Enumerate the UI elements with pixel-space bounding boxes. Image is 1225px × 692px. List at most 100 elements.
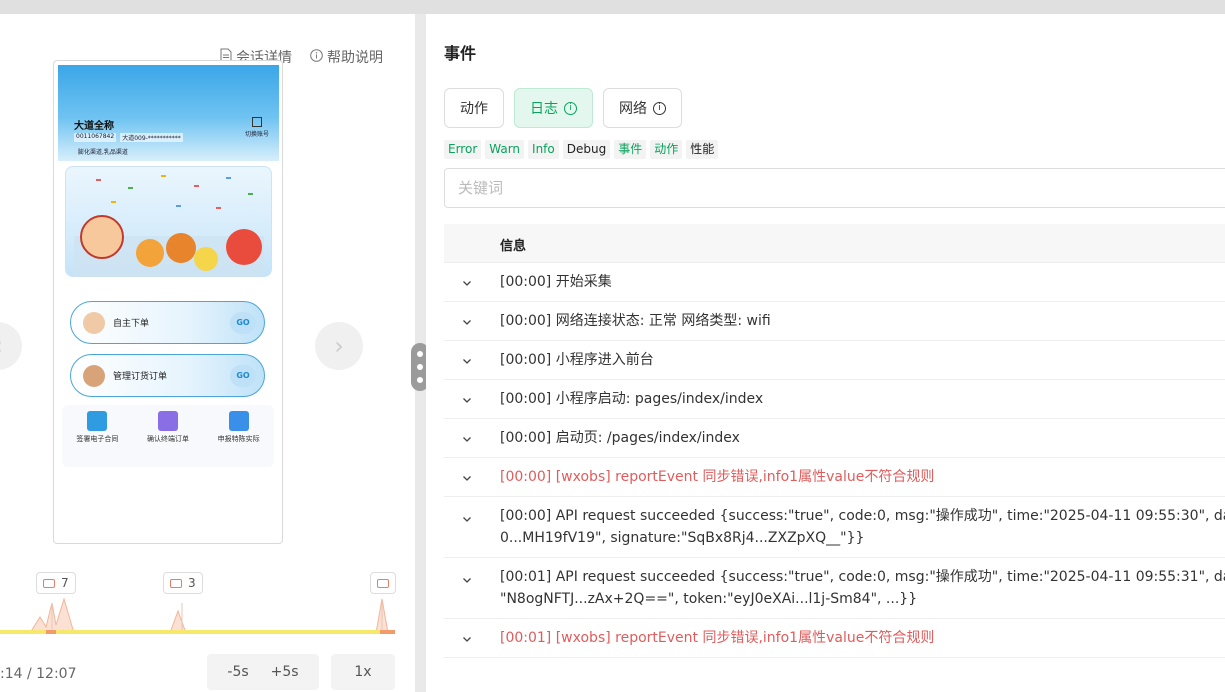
marker-count: 7 (61, 576, 69, 590)
go-badge: GO (230, 312, 256, 334)
mascot-character (80, 215, 124, 259)
log-message: [00:00] [wxobs] reportEvent 同步错误,info1属性… (500, 469, 935, 485)
column-header-info: 信息 (500, 239, 527, 254)
speed-label: 1x (354, 664, 372, 680)
filter-warn[interactable]: Warn (485, 140, 525, 159)
log-message: [00:01] API request succeeded {success:"… (500, 569, 1225, 607)
rewind-5s-button[interactable]: -5s (227, 664, 248, 680)
info-icon: i (653, 101, 666, 115)
marker-count: 3 (188, 576, 196, 590)
table-row[interactable]: [00:01] [wxobs] reportEvent 同步错误,info1属性… (444, 619, 1225, 658)
chevron-down-icon[interactable] (462, 472, 472, 482)
chevron-down-icon[interactable] (462, 277, 472, 287)
phone-header: 大道全称 0011067842 大道009-*********** 膨化渠道,乳… (58, 65, 279, 161)
phone-preview: 大道全称 0011067842 大道009-*********** 膨化渠道,乳… (53, 60, 283, 544)
chevron-down-icon[interactable] (462, 394, 472, 404)
tab-actions[interactable]: 动作 (444, 88, 504, 128)
table-row[interactable]: [00:00] 小程序进入前台 (444, 341, 1225, 380)
chevron-down-icon[interactable] (462, 513, 472, 523)
event-tabs: 动作 日志 i 网络 i (444, 88, 682, 128)
event-marker-icon (170, 578, 182, 588)
event-marker-icon (43, 578, 55, 588)
prev-arrow-button[interactable]: ‹ (0, 322, 22, 370)
table-row[interactable]: [00:01] API request succeeded {success:"… (444, 558, 1225, 619)
chevron-down-icon[interactable] (462, 355, 472, 365)
manage-icon (83, 365, 105, 387)
filter-error[interactable]: Error (444, 140, 482, 159)
chevron-down-icon[interactable] (462, 633, 472, 643)
filter-performance[interactable]: 性能 (686, 140, 719, 159)
log-message: [00:00] 小程序启动: pages/index/index (500, 391, 764, 407)
store-ids: 0011067842 大道009-*********** (74, 133, 183, 142)
log-rows: [00:00] 开始采集 [00:00] 网络连接状态: 正常 网络类型: wif… (444, 263, 1225, 658)
tab-network[interactable]: 网络 i (603, 88, 682, 128)
store-channel: 膨化渠道,乳品渠道 (78, 149, 128, 156)
playback-controls: :14 / 12:07 -5s +5s 1x (0, 654, 415, 692)
mascot-character (166, 233, 196, 263)
panel-title: 事件 (444, 44, 477, 63)
tab-label: 动作 (460, 101, 488, 117)
chevron-down-icon[interactable] (462, 433, 472, 443)
table-row[interactable]: [00:00] 启动页: /pages/index/index (444, 419, 1225, 458)
sign-contract-item[interactable]: 签署电子合同 (67, 411, 127, 444)
timeline-marker[interactable]: 3 (163, 572, 203, 594)
chevron-down-icon[interactable] (462, 574, 472, 584)
keyword-search-input[interactable]: 关键词 (444, 168, 1225, 208)
manage-orders-label: 管理订货订单 (113, 372, 168, 382)
store-account: 大道009-*********** (120, 133, 183, 142)
switch-account-button[interactable]: 切换账号 (245, 117, 269, 138)
playback-time: :14 / 12:07 (0, 666, 77, 682)
seek-controls: -5s +5s (207, 654, 319, 690)
mascot-character (226, 229, 262, 265)
table-row[interactable]: [00:00] 开始采集 (444, 263, 1225, 302)
tab-label: 日志 (530, 101, 558, 117)
table-row[interactable]: [00:00] [wxobs] reportEvent 同步错误,info1属性… (444, 458, 1225, 497)
switch-account-label: 切换账号 (244, 131, 269, 138)
timeline-marker[interactable] (370, 572, 396, 594)
filter-action[interactable]: 动作 (650, 140, 683, 159)
switch-icon (251, 117, 262, 127)
mascot-character (136, 239, 164, 267)
confirm-order-item[interactable]: 确认终端订单 (138, 411, 198, 444)
info-icon: i (564, 101, 577, 115)
events-panel: 事件 动作 日志 i 网络 i Error Warn Info Debug 事件… (426, 14, 1225, 692)
filter-debug[interactable]: Debug (562, 140, 611, 159)
store-icon (228, 411, 249, 431)
table-header: 信息 (444, 224, 1225, 263)
log-message: [00:01] [wxobs] reportEvent 同步错误,info1属性… (500, 630, 935, 646)
next-arrow-button[interactable]: › (315, 322, 363, 370)
sign-contract-label: 签署电子合同 (76, 435, 119, 443)
self-order-label: 自主下单 (113, 319, 150, 329)
log-message: [00:00] 网络连接状态: 正常 网络类型: wifi (500, 313, 771, 329)
promo-banner (65, 166, 272, 277)
log-message: [00:00] API request succeeded {success:"… (500, 508, 1225, 546)
event-marker-icon (377, 578, 389, 588)
log-level-filters: Error Warn Info Debug 事件 动作 性能 (444, 140, 719, 159)
manage-orders-button[interactable]: 管理订货订单 GO (70, 354, 265, 397)
filter-event[interactable]: 事件 (614, 140, 647, 159)
top-bar (0, 0, 1225, 14)
log-message: [00:00] 小程序进入前台 (500, 352, 654, 368)
tab-logs[interactable]: 日志 i (514, 88, 593, 128)
replay-panel: 会话详情 帮助说明 ‹ › 大道全称 0011067842 大道009-****… (0, 14, 415, 692)
mascot-character (194, 247, 218, 271)
filter-info[interactable]: Info (528, 140, 559, 159)
progress-track[interactable] (0, 630, 395, 634)
log-table: 信息 [00:00] 开始采集 [00:00] 网络连接状态: 正常 网络类型: … (444, 224, 1225, 658)
table-row[interactable]: [00:00] API request succeeded {success:"… (444, 497, 1225, 558)
forward-5s-button[interactable]: +5s (271, 664, 299, 680)
log-message: [00:00] 启动页: /pages/index/index (500, 430, 740, 446)
speed-button[interactable]: 1x (331, 654, 395, 690)
timeline-marker[interactable]: 7 (36, 572, 76, 594)
table-row[interactable]: [00:00] 网络连接状态: 正常 网络类型: wifi (444, 302, 1225, 341)
chevron-down-icon[interactable] (462, 316, 472, 326)
confirm-order-label: 确认终端订单 (146, 435, 189, 443)
info-icon (310, 48, 323, 66)
declare-display-label: 申报特陈实际 (217, 435, 260, 443)
store-code: 0011067842 (74, 133, 117, 142)
help-link[interactable]: 帮助说明 (310, 47, 383, 67)
declare-display-item[interactable]: 申报特陈实际 (209, 411, 269, 444)
self-order-button[interactable]: 自主下单 GO (70, 301, 265, 344)
table-row[interactable]: [00:00] 小程序启动: pages/index/index (444, 380, 1225, 419)
confirm-icon (157, 411, 178, 431)
